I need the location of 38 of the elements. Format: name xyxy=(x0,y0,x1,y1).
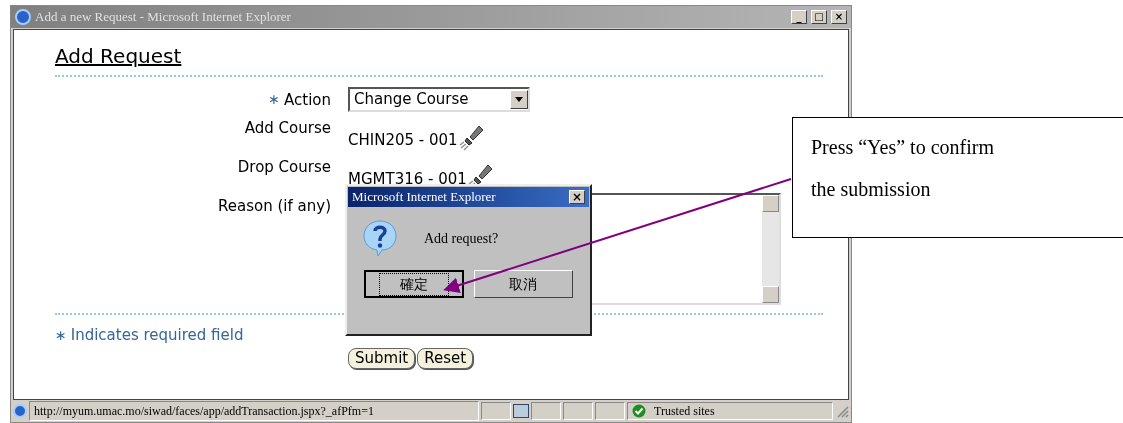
status-pane xyxy=(531,402,561,420)
field-label: Drop Course xyxy=(237,157,331,178)
window-control-button[interactable]: □ xyxy=(811,10,827,24)
resize-grip-icon[interactable] xyxy=(835,404,849,418)
close-button[interactable]: × xyxy=(569,190,585,204)
scrollbar[interactable] xyxy=(762,195,779,303)
required-mark: ∗ xyxy=(55,325,67,345)
status-pane xyxy=(481,402,511,420)
security-zone: Trusted sites xyxy=(654,403,715,420)
action-select[interactable]: Change Course xyxy=(348,87,530,112)
dialog-button[interactable]: 取消 xyxy=(473,270,573,298)
check-icon xyxy=(632,404,646,418)
field-label: Reason (if any) xyxy=(218,196,331,217)
callout-text: the submission xyxy=(811,177,932,202)
required-note: Indicates required field xyxy=(70,325,244,346)
page-heading: Add Request xyxy=(55,44,182,69)
dialog-title: Microsoft Internet Explorer xyxy=(352,188,496,207)
dialog-message: Add request? xyxy=(424,229,499,248)
window-title: Add a new Request - Microsoft Internet Explorer xyxy=(35,8,292,27)
dialog-button[interactable]: 確定 xyxy=(364,270,464,298)
required-mark: ∗ xyxy=(268,90,280,109)
form-button[interactable]: Reset xyxy=(417,347,474,369)
course-value: CHIN205 - 001 xyxy=(348,129,458,151)
page-loaded-icon xyxy=(13,404,27,418)
browser-logo-icon xyxy=(15,9,31,25)
flashlight-icon[interactable] xyxy=(457,123,484,151)
callout-text: Press “Yes” to confirm xyxy=(811,135,995,160)
course-value: MGMT316 - 001 xyxy=(348,168,467,190)
window-control-button[interactable]: × xyxy=(831,10,847,24)
status-pane xyxy=(595,402,625,420)
status-url: http://myum.umac.mo/siwad/faces/app/addTransaction.jspx?_afPfm=1 xyxy=(29,401,479,421)
window-control-button[interactable]: _ xyxy=(791,10,807,24)
form-button[interactable]: Submit xyxy=(348,347,416,369)
status-pane xyxy=(563,402,593,420)
question-icon xyxy=(362,219,398,257)
field-label: Add Course xyxy=(244,118,331,139)
field-label: Action xyxy=(284,90,331,111)
page-icon xyxy=(513,404,529,418)
